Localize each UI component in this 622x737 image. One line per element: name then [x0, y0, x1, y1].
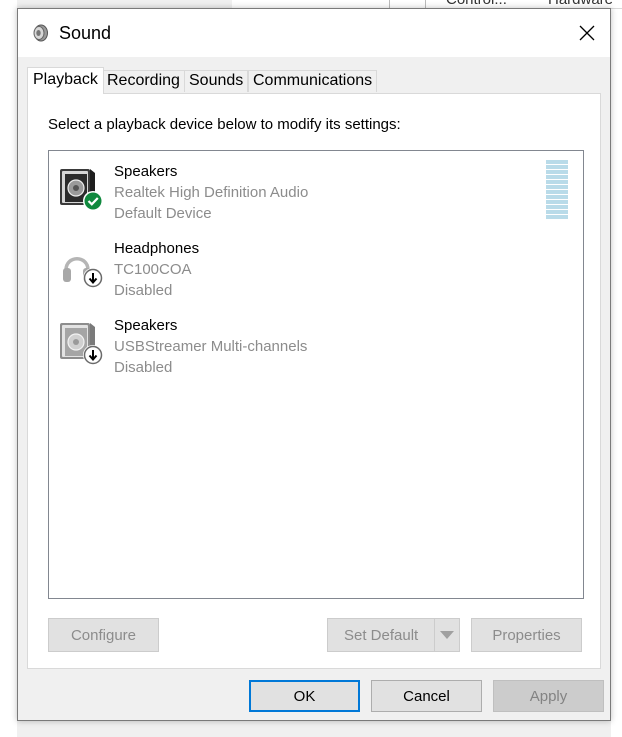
title-bar[interactable]: Sound: [18, 9, 610, 57]
tab-playback[interactable]: Playback: [27, 67, 104, 94]
device-item-speakers-usbstreamer[interactable]: Speakers USBStreamer Multi-channels Disa…: [49, 305, 583, 376]
device-description: USBStreamer Multi-channels: [114, 338, 308, 355]
device-description: Realtek High Definition Audio: [114, 184, 309, 201]
close-button[interactable]: [564, 9, 610, 57]
device-list[interactable]: Speakers Realtek High Definition Audio D…: [48, 150, 584, 599]
tab-recording[interactable]: Recording: [102, 70, 185, 92]
set-default-label: Set Default: [343, 626, 419, 644]
cancel-button[interactable]: Cancel: [371, 680, 482, 712]
sound-dialog: Sound Playback Recording Sounds Communic…: [17, 8, 611, 721]
tab-communications[interactable]: Communications: [248, 70, 378, 92]
set-default-dropdown[interactable]: [435, 619, 459, 651]
background-window-left: [0, 0, 17, 737]
ok-button[interactable]: OK: [249, 680, 360, 712]
playback-panel: Select a playback device below to modify…: [27, 93, 601, 669]
device-status: Default Device: [114, 205, 212, 222]
window-title: Sound: [59, 23, 112, 43]
speaker-disabled-icon: [60, 323, 103, 365]
set-default-button[interactable]: Set Default: [327, 618, 460, 652]
device-description: TC100COA: [114, 261, 192, 278]
separator: [425, 0, 426, 8]
headphones-disabled-icon: [63, 257, 103, 288]
device-item-headphones[interactable]: Headphones TC100COA Disabled: [49, 228, 583, 299]
apply-button[interactable]: Apply: [493, 680, 604, 712]
instruction-text: Select a playback device below to modify…: [48, 116, 401, 133]
speaker-default-icon: [60, 169, 103, 211]
chevron-down-icon: [440, 631, 455, 639]
background-window-right: [611, 8, 622, 737]
breadcrumb-control[interactable]: Control...: [446, 0, 507, 8]
configure-button[interactable]: Configure: [48, 618, 159, 652]
separator: [389, 0, 390, 8]
tab-sounds[interactable]: Sounds: [184, 70, 249, 92]
breadcrumb-hardware[interactable]: Hardware: [548, 0, 613, 8]
device-name: Headphones: [114, 240, 200, 257]
speaker-icon: [33, 24, 48, 42]
properties-button[interactable]: Properties: [471, 618, 582, 652]
close-icon: [579, 25, 595, 41]
volume-level-meter: [546, 160, 568, 219]
device-item-speakers-realtek[interactable]: Speakers Realtek High Definition Audio D…: [49, 151, 583, 222]
device-status: Disabled: [114, 359, 173, 376]
device-name: Speakers: [114, 317, 178, 334]
device-status: Disabled: [114, 282, 173, 299]
device-name: Speakers: [114, 163, 178, 180]
